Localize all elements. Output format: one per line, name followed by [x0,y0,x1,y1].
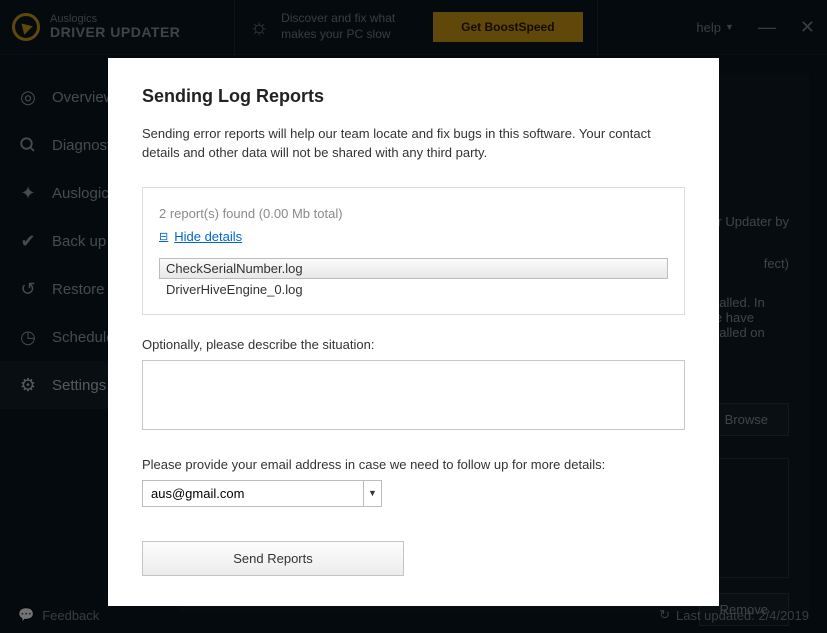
situation-input[interactable] [142,360,685,430]
hide-details-link[interactable]: ⊟ Hide details [159,229,242,244]
send-log-dialog: Sending Log Reports Sending error report… [108,58,719,606]
dialog-description: Sending error reports will help our team… [142,125,685,163]
reports-summary: 2 report(s) found (0.00 Mb total) [159,206,668,221]
log-item[interactable]: DriverHiveEngine_0.log [159,279,668,300]
email-label: Please provide your email address in cas… [142,457,685,472]
send-reports-button[interactable]: Send Reports [142,541,404,576]
dialog-title: Sending Log Reports [142,86,685,107]
reports-panel: 2 report(s) found (0.00 Mb total) ⊟ Hide… [142,187,685,315]
collapse-icon: ⊟ [159,230,168,243]
email-dropdown-button[interactable]: ▼ [364,480,382,507]
situation-label: Optionally, please describe the situatio… [142,337,685,352]
log-list: CheckSerialNumber.log DriverHiveEngine_0… [159,258,668,300]
dialog-close-button[interactable]: ✖ [700,60,827,86]
hide-details-label: Hide details [174,229,242,244]
email-input[interactable] [142,480,364,507]
log-item[interactable]: CheckSerialNumber.log [159,258,668,279]
